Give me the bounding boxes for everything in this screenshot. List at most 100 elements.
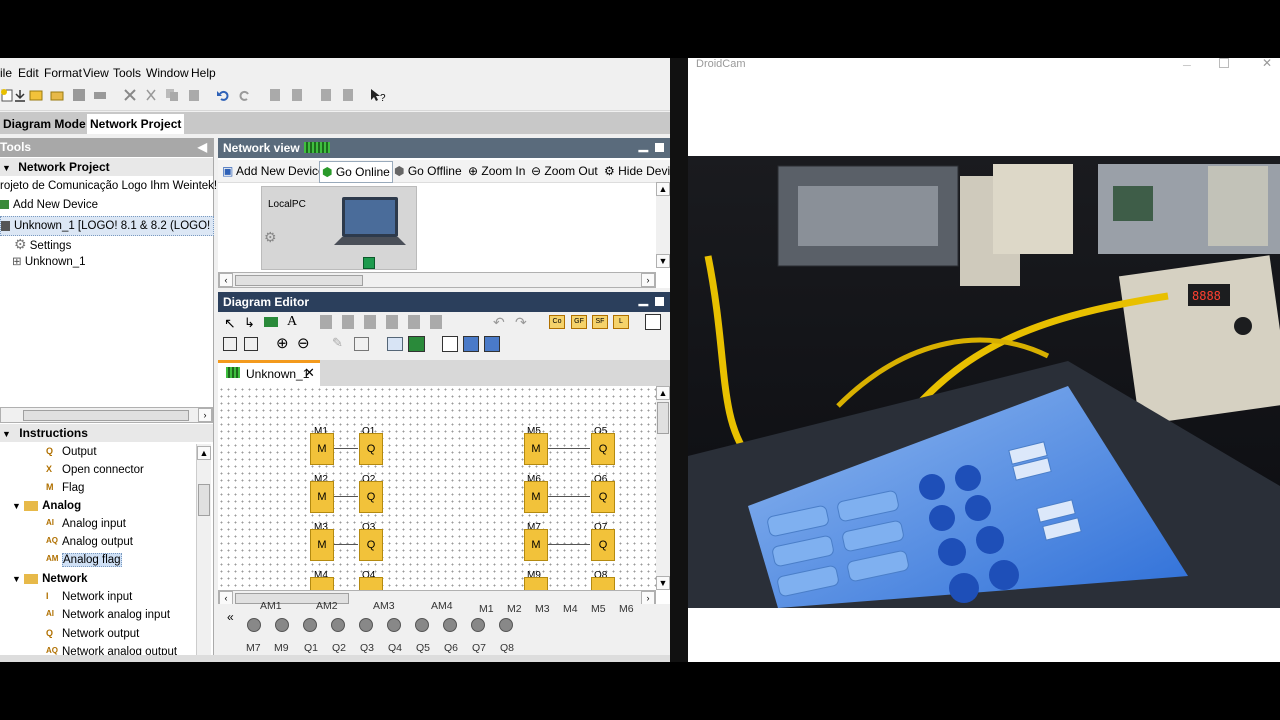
help-cursor-icon[interactable]: ? xyxy=(369,88,387,102)
tab-diagram-mode[interactable]: Diagram Mode xyxy=(0,114,89,134)
online-test-icon[interactable] xyxy=(408,336,425,352)
instruction-analog-output[interactable]: AQ Analog output xyxy=(46,536,133,548)
instruction-network-analog-input[interactable]: AI Network analog input xyxy=(46,609,170,621)
instructions-vscroll-thumb[interactable] xyxy=(198,484,210,516)
scroll-down-icon[interactable]: ▼ xyxy=(656,254,670,268)
scroll-up-icon[interactable]: ▲ xyxy=(656,386,670,400)
transfer-icon[interactable] xyxy=(268,88,282,102)
output-block[interactable] xyxy=(359,577,383,591)
flag-block[interactable]: M xyxy=(524,529,548,561)
new-icon[interactable] xyxy=(0,88,14,102)
diagram-canvas[interactable]: M1 Q1 M Q M2 Q2 M Q M3 Q3 M Q M4 Q4 M5 Q… xyxy=(218,386,656,591)
unknown-item[interactable]: ⊞ Unknown_1 xyxy=(12,254,86,268)
flag-block[interactable]: M xyxy=(310,433,334,465)
scroll-up-icon[interactable]: ▲ xyxy=(656,182,670,196)
led-indicator[interactable] xyxy=(415,618,429,632)
netview-hscroll-thumb[interactable] xyxy=(235,275,363,286)
scroll-left-icon[interactable]: ‹ xyxy=(219,591,233,605)
output-block[interactable]: Q xyxy=(359,481,383,513)
paste-icon[interactable] xyxy=(187,88,201,102)
menu-file[interactable]: ile xyxy=(0,66,12,80)
undo-icon[interactable]: ↶ xyxy=(493,314,505,331)
menu-tools[interactable]: Tools xyxy=(113,66,141,80)
led-indicator[interactable] xyxy=(499,618,513,632)
import-icon[interactable] xyxy=(13,88,27,102)
flag-block[interactable]: M xyxy=(524,481,548,513)
minimize-icon[interactable]: ▁ xyxy=(639,292,648,306)
add-new-device-button[interactable]: ▣ Add New Device xyxy=(222,164,325,178)
zoom-out-button[interactable]: ⊖ Zoom Out xyxy=(531,164,598,178)
align-top-icon[interactable] xyxy=(484,336,500,352)
select-tool-icon[interactable]: ↖ xyxy=(224,315,236,332)
open-file-icon[interactable] xyxy=(29,88,43,102)
sf-button[interactable]: SF xyxy=(592,315,608,329)
flag-block[interactable] xyxy=(310,577,334,591)
undo-icon[interactable] xyxy=(216,88,230,102)
scroll-down-icon[interactable]: ▼ xyxy=(656,576,670,590)
menu-help[interactable]: Help xyxy=(191,66,216,80)
led-indicator[interactable] xyxy=(331,618,345,632)
port-icon[interactable] xyxy=(363,257,375,269)
scroll-right-icon[interactable]: › xyxy=(198,408,212,422)
output-block[interactable]: Q xyxy=(359,433,383,465)
flag-block[interactable]: M xyxy=(310,529,334,561)
columns-icon[interactable] xyxy=(244,337,258,351)
device-item-selected[interactable]: Unknown_1 [LOGO! 8.1 & 8.2 (LOGO! 8.FS4 xyxy=(0,216,214,236)
instruction-open-connector[interactable]: X Open connector xyxy=(46,464,144,476)
save-icon[interactable] xyxy=(72,88,86,102)
flag-block[interactable] xyxy=(524,577,548,591)
maximize-icon[interactable] xyxy=(655,143,664,152)
led-indicator[interactable] xyxy=(387,618,401,632)
close-icon[interactable]: ✕ xyxy=(1262,56,1272,70)
led-indicator[interactable] xyxy=(443,618,457,632)
network-folder[interactable]: ▼ Network xyxy=(12,573,88,585)
transfer2-icon[interactable] xyxy=(290,88,304,102)
led-indicator[interactable] xyxy=(471,618,485,632)
instruction-network-output[interactable]: Q Network output xyxy=(46,628,139,640)
align-tools-icon[interactable] xyxy=(320,315,450,329)
analog-folder[interactable]: ▼ Analog xyxy=(12,500,81,512)
online-test-icon[interactable] xyxy=(319,88,333,102)
collapse-button[interactable]: « xyxy=(227,610,234,624)
netview-hscrollbar[interactable]: ‹ › xyxy=(218,272,656,288)
menu-window[interactable]: Window xyxy=(146,66,189,80)
instruction-analog-flag[interactable]: AM Analog flag xyxy=(46,553,122,568)
menu-format[interactable]: Format xyxy=(44,66,82,80)
scroll-right-icon[interactable]: › xyxy=(641,273,655,287)
output-block[interactable]: Q xyxy=(591,433,615,465)
scroll-right-icon[interactable]: › xyxy=(641,591,655,605)
gf-button[interactable]: GF xyxy=(571,315,587,329)
project-name[interactable]: rojeto de Comunicação Logo Ihm Weintek! xyxy=(0,180,217,192)
maximize-icon[interactable] xyxy=(1219,58,1229,68)
led-indicator[interactable] xyxy=(275,618,289,632)
block-tool-icon[interactable] xyxy=(264,317,278,327)
output-block[interactable]: Q xyxy=(359,529,383,561)
redo-icon[interactable] xyxy=(238,88,252,102)
text-tool-icon[interactable]: A xyxy=(287,314,297,330)
network-project-header[interactable]: ▼ Network Project xyxy=(0,158,213,176)
grid-icon[interactable] xyxy=(354,337,369,351)
print-icon[interactable] xyxy=(93,88,107,102)
zoom-in-icon[interactable]: ⊕ xyxy=(276,334,289,352)
flag-block[interactable]: M xyxy=(524,433,548,465)
frame-icon[interactable] xyxy=(645,314,661,330)
menu-edit[interactable]: Edit xyxy=(18,66,39,80)
simulate-icon[interactable] xyxy=(387,337,403,351)
tab-network-project[interactable]: Network Project xyxy=(87,114,185,134)
co-button[interactable]: Co xyxy=(549,315,565,329)
minimize-icon[interactable]: ▁ xyxy=(639,138,648,152)
tools-hscrollbar[interactable]: › xyxy=(0,407,213,423)
collapse-left-icon[interactable]: ◀ xyxy=(198,138,207,157)
netview-vscrollbar[interactable]: ▲ ▼ xyxy=(656,182,670,268)
delete-icon[interactable] xyxy=(123,88,137,102)
settings-item[interactable]: ⚙ Settings xyxy=(14,236,71,253)
open-folder-icon[interactable] xyxy=(50,88,64,102)
instructions-vscrollbar[interactable]: ▲ xyxy=(196,444,211,662)
cut-icon[interactable] xyxy=(144,88,158,102)
instruction-output[interactable]: Q Output xyxy=(46,446,97,458)
tools-hscroll-thumb[interactable] xyxy=(23,410,189,421)
led-indicator[interactable] xyxy=(303,618,317,632)
maximize-icon[interactable] xyxy=(655,297,664,306)
canvas-vscroll-thumb[interactable] xyxy=(657,402,669,434)
output-block[interactable] xyxy=(591,577,615,591)
